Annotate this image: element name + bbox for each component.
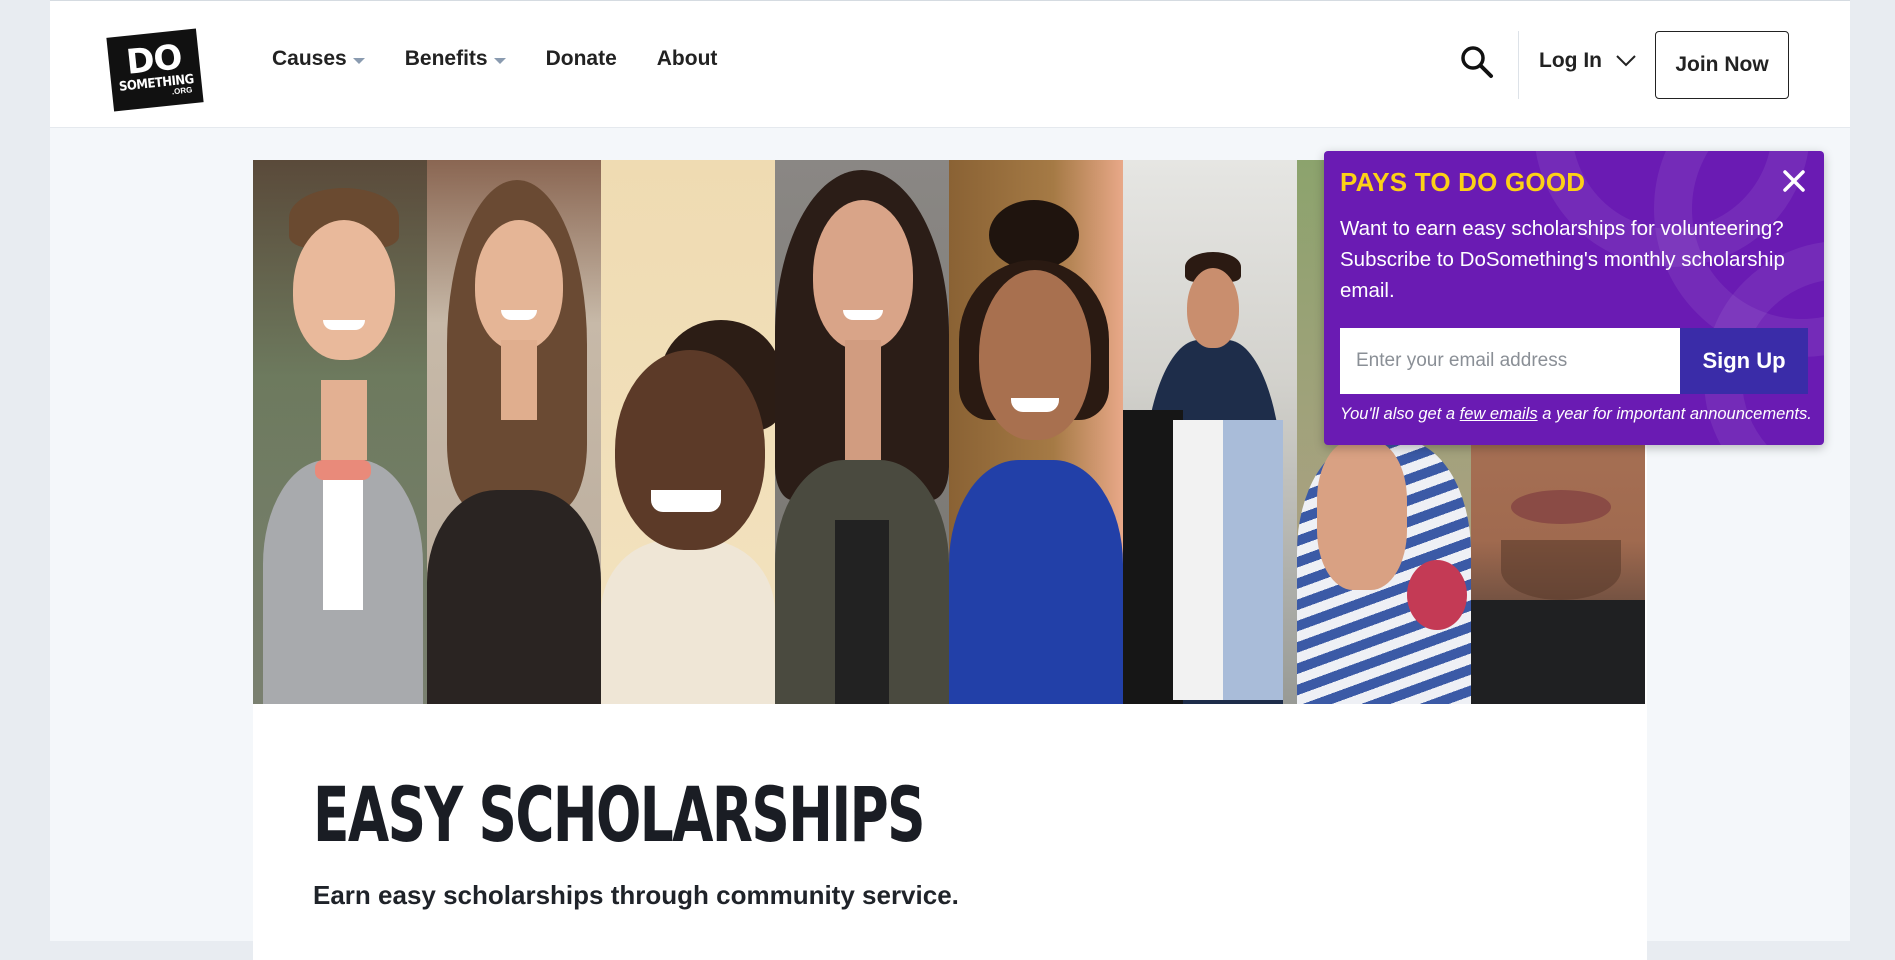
search-icon[interactable] bbox=[1460, 45, 1494, 79]
scholarship-signup-popup: PAYS TO DO GOOD Want to earn easy schola… bbox=[1324, 151, 1824, 445]
dosomething-logo[interactable]: DO SOMETHING .ORG bbox=[106, 28, 204, 112]
close-icon[interactable] bbox=[1780, 167, 1808, 195]
caret-down-icon bbox=[493, 57, 506, 64]
chevron-down-icon bbox=[1616, 55, 1636, 67]
popup-body: Want to earn easy scholarships for volun… bbox=[1340, 217, 1785, 302]
note-text: a year for important announcements. bbox=[1537, 405, 1812, 423]
nav-item-causes[interactable]: Causes bbox=[272, 47, 365, 71]
site-header: DO SOMETHING .ORG Causes Benefits Donate… bbox=[50, 0, 1850, 128]
login-dropdown[interactable]: Log In bbox=[1539, 49, 1636, 73]
hero-photo bbox=[775, 160, 949, 704]
nav-label: Donate bbox=[545, 47, 617, 70]
nav-item-about[interactable]: About bbox=[657, 47, 718, 71]
nav-label: About bbox=[656, 47, 718, 70]
hero-photo bbox=[427, 160, 601, 704]
few-emails-link[interactable]: few emails bbox=[1460, 405, 1538, 423]
header-divider bbox=[1518, 31, 1519, 99]
nav-label: Benefits bbox=[404, 47, 488, 70]
sign-up-button[interactable]: Sign Up bbox=[1680, 328, 1808, 394]
page-subtitle: Earn easy scholarships through community… bbox=[313, 880, 959, 910]
login-label: Log In bbox=[1539, 49, 1602, 72]
note-text: You'll also get a bbox=[1340, 405, 1460, 423]
popup-note: You'll also get a few emails a year for … bbox=[1340, 405, 1812, 424]
main-nav: Causes Benefits Donate About bbox=[272, 47, 717, 71]
page-title: EASY SCHOLARSHIPS bbox=[313, 770, 926, 859]
nav-label: Causes bbox=[272, 47, 347, 70]
email-input[interactable] bbox=[1340, 328, 1680, 394]
hero-photo bbox=[601, 160, 775, 704]
hero-photo bbox=[253, 160, 427, 704]
hero-photo bbox=[949, 160, 1123, 704]
logo-line-3: .ORG bbox=[171, 84, 193, 96]
popup-title: PAYS TO DO GOOD bbox=[1340, 167, 1586, 197]
hero-photo bbox=[1123, 160, 1297, 704]
join-now-button[interactable]: Join Now bbox=[1655, 31, 1789, 99]
caret-down-icon bbox=[352, 57, 365, 64]
nav-item-benefits[interactable]: Benefits bbox=[405, 47, 506, 71]
page: DO SOMETHING .ORG Causes Benefits Donate… bbox=[50, 0, 1850, 960]
nav-item-donate[interactable]: Donate bbox=[546, 47, 617, 71]
